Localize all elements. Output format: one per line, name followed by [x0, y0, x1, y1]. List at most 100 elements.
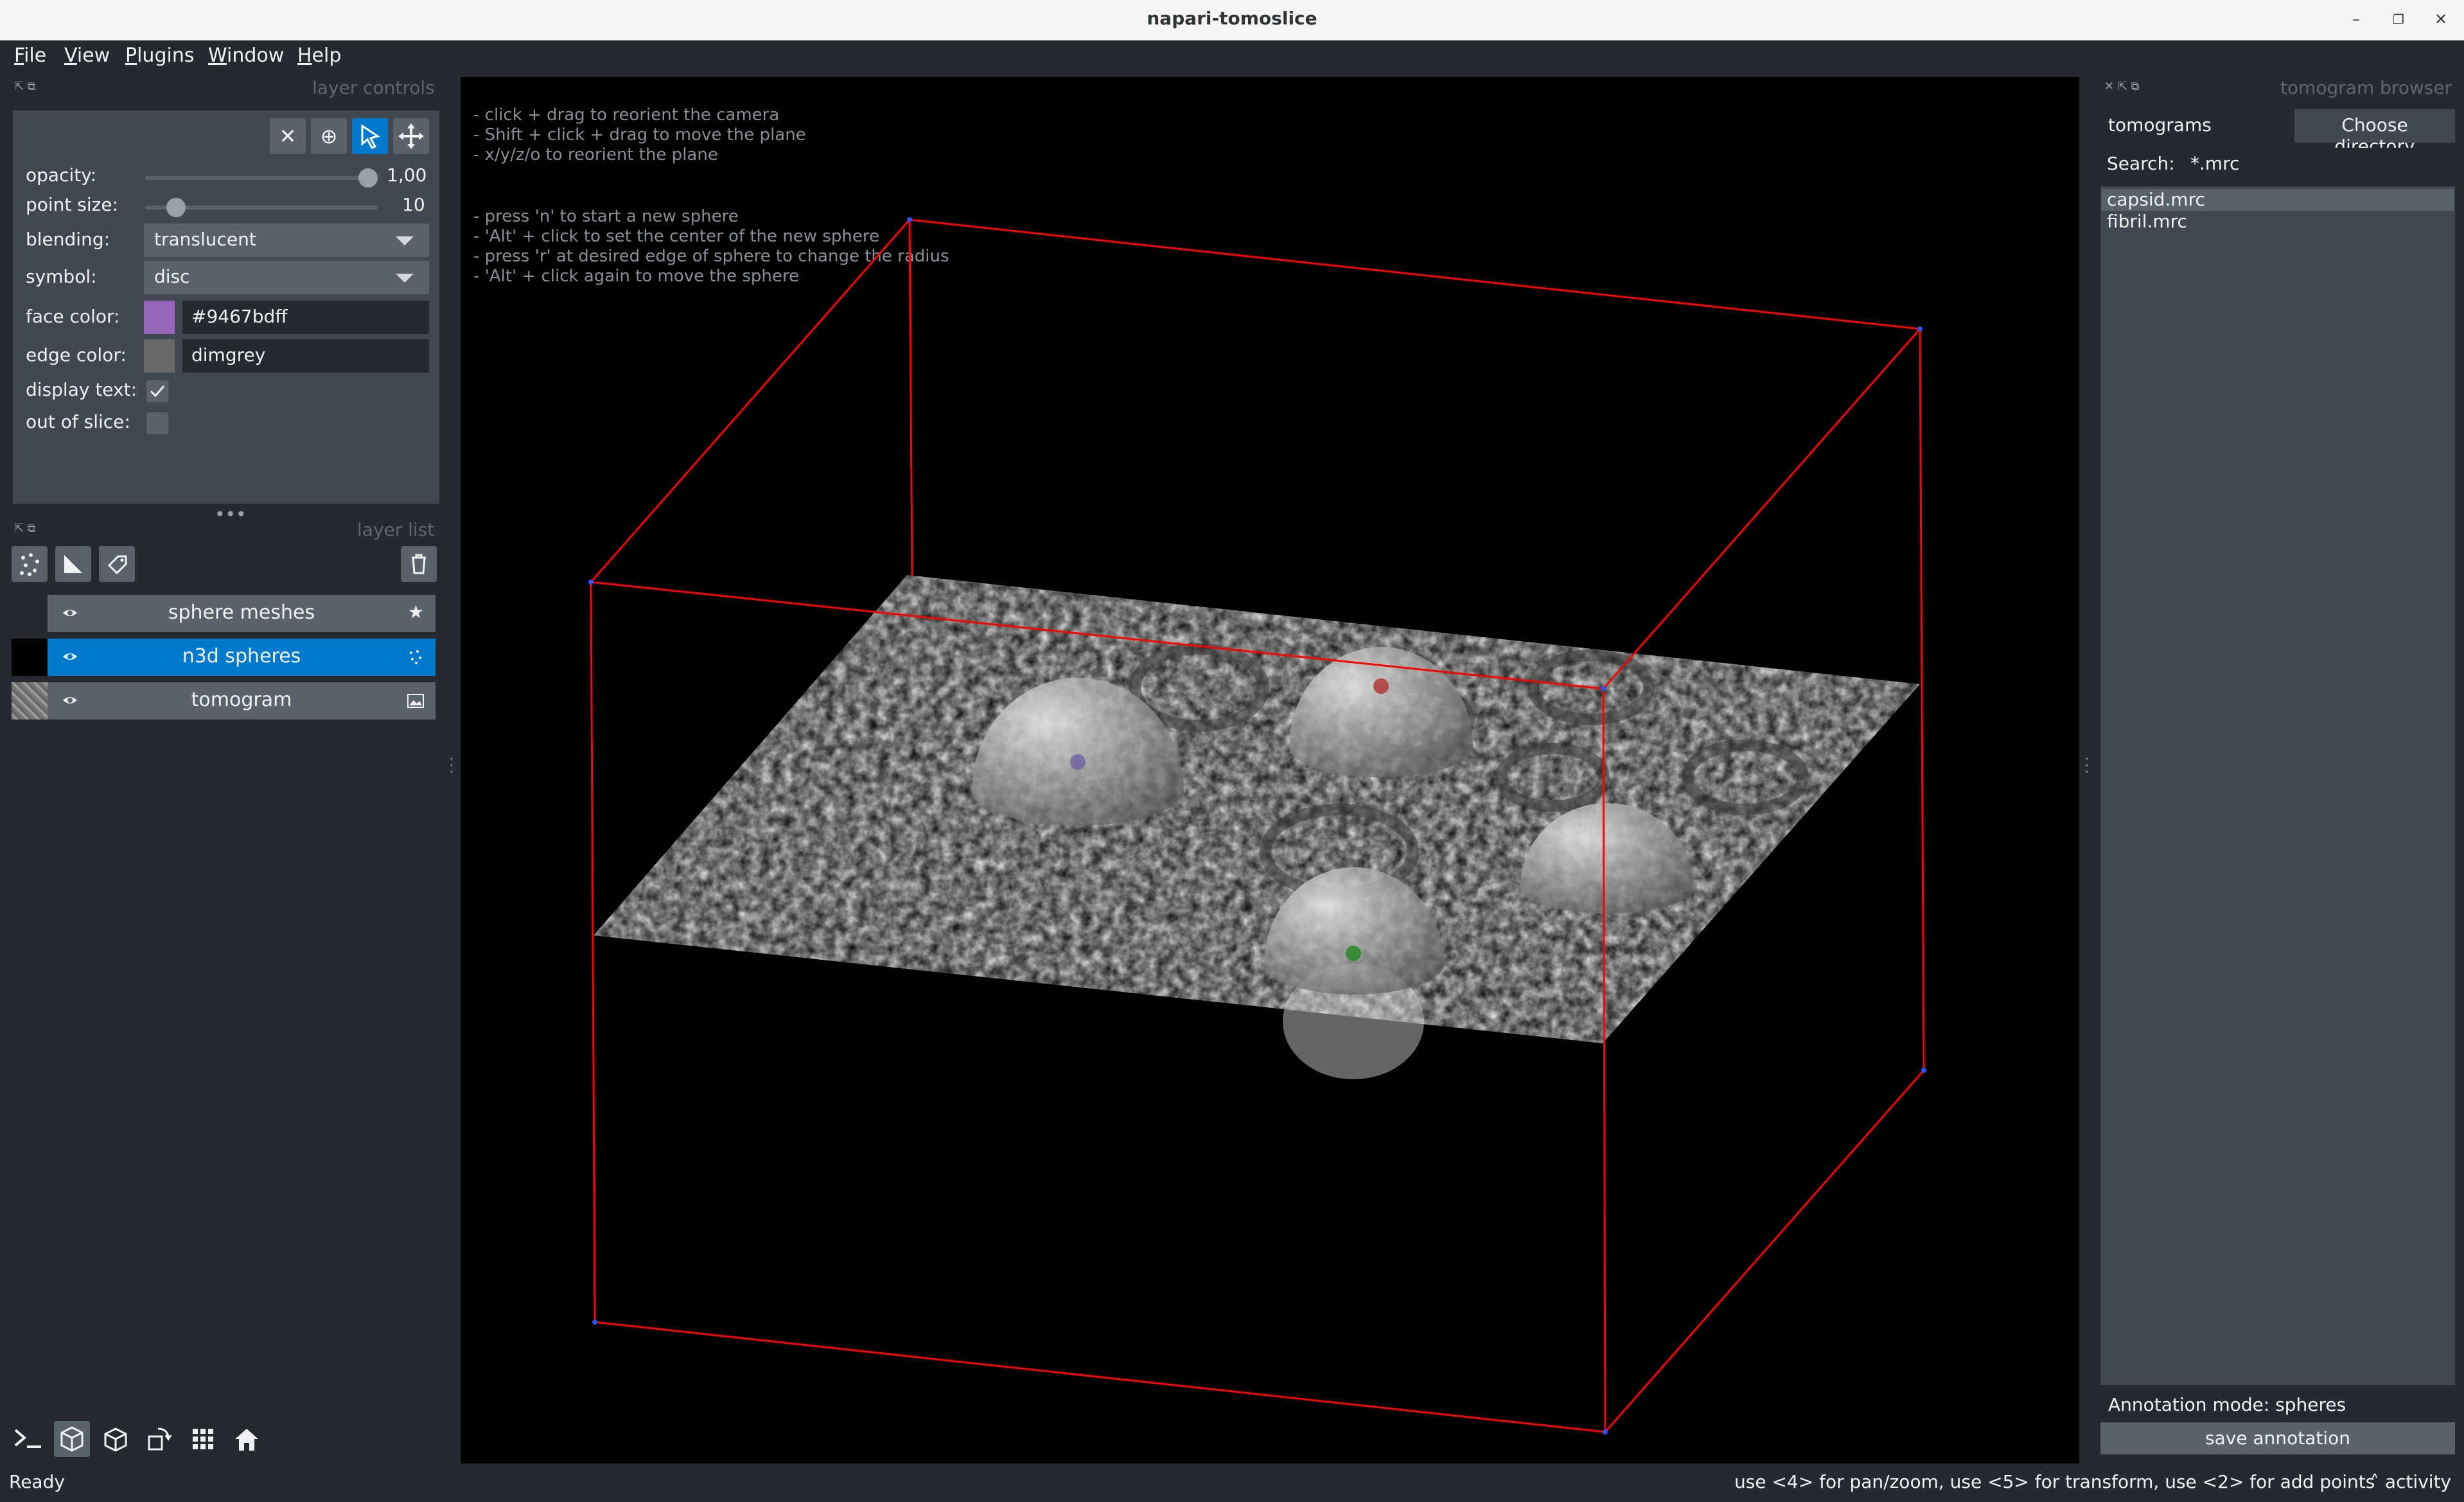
- box-icon: [104, 1427, 127, 1452]
- choose-directory-button[interactable]: Choose directory: [2294, 109, 2455, 157]
- viewer-canvas[interactable]: - click + drag to reorient the camera - …: [461, 77, 2079, 1463]
- opacity-slider-handle[interactable]: [358, 168, 378, 188]
- cube-icon: [60, 1426, 84, 1452]
- menu-view[interactable]: View: [64, 44, 110, 67]
- new-labels-layer-button[interactable]: [99, 546, 135, 582]
- blending-label: blending:: [26, 229, 110, 250]
- splitter-handle[interactable]: •••: [215, 504, 247, 525]
- caret-up-icon: ˄: [2370, 1471, 2379, 1492]
- layer-row-sphere-meshes[interactable]: sphere meshes ★: [48, 595, 436, 632]
- point-size-label: point size:: [26, 194, 119, 215]
- roll-dims-button[interactable]: [98, 1421, 134, 1457]
- add-points-button[interactable]: ⊕: [311, 118, 347, 154]
- select-arrow-icon: [361, 124, 380, 149]
- symbol-select[interactable]: disc: [144, 261, 429, 294]
- menu-file[interactable]: File: [14, 44, 46, 67]
- blending-select[interactable]: translucent: [144, 224, 429, 257]
- save-annotation-button[interactable]: save annotation: [2100, 1422, 2455, 1454]
- point-size-value: 10: [402, 194, 425, 215]
- dock-float-icon[interactable]: ⇱ ⧉: [14, 522, 36, 535]
- edge-color-input[interactable]: dimgrey: [182, 339, 429, 373]
- menu-plugins[interactable]: Plugins: [125, 44, 194, 67]
- edge-color-label: edge color:: [26, 344, 127, 366]
- face-color-swatch[interactable]: [144, 301, 175, 334]
- display-text-label: display text:: [26, 379, 137, 400]
- opacity-slider[interactable]: [145, 176, 378, 180]
- window-title-bar: napari-tomoslice – ❐ ✕: [0, 0, 2464, 40]
- search-label: Search:: [2107, 153, 2175, 174]
- scene-3d: [588, 217, 1926, 1435]
- layer-name: sphere meshes: [168, 601, 315, 624]
- console-button[interactable]: [10, 1422, 46, 1454]
- face-color-input[interactable]: #9467bdff: [182, 301, 429, 334]
- chevron-down-icon: [396, 236, 414, 245]
- points-icon: [20, 553, 39, 576]
- layer-row-tomogram[interactable]: tomogram: [48, 682, 436, 720]
- tag-icon: [107, 555, 127, 575]
- directory-field[interactable]: tomograms: [2100, 109, 2287, 143]
- layer-controls-panel: ✕ ⊕ opacity: 1,00 point size: 10 blendin…: [13, 110, 439, 504]
- symbol-label: symbol:: [26, 266, 97, 287]
- tomogram-browser-title: tomogram browser: [2280, 77, 2452, 98]
- dock-close-icon[interactable]: ✕ ⇱ ⧉: [2104, 80, 2139, 93]
- opacity-value: 1,00: [387, 164, 427, 186]
- minimize-button[interactable]: –: [2342, 6, 2370, 32]
- ndisplay-3d-button[interactable]: [54, 1421, 90, 1457]
- annotation-mode-label: Annotation mode: spheres: [2108, 1394, 2346, 1415]
- select-points-button[interactable]: [352, 118, 388, 154]
- opacity-label: opacity:: [26, 164, 97, 186]
- grid-mode-button[interactable]: [185, 1421, 221, 1457]
- grid-icon: [193, 1429, 213, 1449]
- point-size-slider-handle[interactable]: [166, 198, 186, 217]
- list-item[interactable]: capsid.mrc: [2102, 189, 2454, 211]
- out-of-slice-label: out of slice:: [26, 411, 130, 432]
- checkmark-icon: [150, 385, 165, 398]
- star-icon: ★: [407, 601, 424, 623]
- new-points-layer-button[interactable]: [12, 546, 48, 582]
- maximize-button[interactable]: ❐: [2384, 6, 2413, 32]
- layer-name: tomogram: [191, 689, 292, 711]
- status-bar: Ready use <4> for pan/zoom, use <5> for …: [0, 1463, 2464, 1502]
- new-shapes-layer-button[interactable]: [55, 546, 91, 582]
- layer-name: n3d spheres: [182, 645, 301, 667]
- pan-zoom-button[interactable]: [393, 118, 429, 154]
- transpose-icon: [148, 1427, 172, 1451]
- close-window-button[interactable]: ✕: [2427, 6, 2455, 32]
- status-help-text: use <4> for pan/zoom, use <5> for transf…: [1734, 1471, 2375, 1492]
- layer-controls-title: layer controls: [312, 77, 435, 98]
- transpose-button[interactable]: [141, 1421, 177, 1457]
- console-icon: [14, 1429, 41, 1448]
- move-icon: [398, 123, 424, 149]
- image-icon: [407, 694, 424, 708]
- file-list: capsid.mrc fibril.mrc: [2100, 186, 2455, 1385]
- menu-help[interactable]: Help: [297, 44, 341, 67]
- edge-color-swatch[interactable]: [144, 339, 175, 373]
- tomogram-slice: [594, 575, 1920, 1043]
- home-button[interactable]: [229, 1421, 265, 1457]
- points-icon: [410, 650, 421, 664]
- search-input[interactable]: *.mrc: [2183, 148, 2455, 181]
- symbol-value: disc: [154, 266, 190, 287]
- dock-float-icon[interactable]: ⇱ ⧉: [14, 80, 36, 93]
- dock-splitter-left[interactable]: · · ·: [447, 753, 456, 780]
- layer-thumbnail: [12, 639, 48, 676]
- layer-row-n3d-spheres[interactable]: n3d spheres: [48, 639, 436, 676]
- list-item[interactable]: fibril.mrc: [2102, 211, 2454, 233]
- home-icon: [235, 1429, 258, 1451]
- out-of-slice-checkbox[interactable]: [146, 412, 168, 434]
- layer-thumbnail: [12, 595, 48, 632]
- face-color-label: face color:: [26, 306, 120, 327]
- layer-thumbnail: [12, 682, 48, 720]
- window-title: napari-tomoslice: [1147, 8, 1317, 29]
- activity-button[interactable]: ˄ activity: [2370, 1471, 2451, 1492]
- delete-points-button[interactable]: ✕: [270, 118, 306, 154]
- status-text: Ready: [9, 1471, 65, 1492]
- menu-window[interactable]: Window: [208, 44, 284, 67]
- dock-splitter-right[interactable]: · · ·: [2082, 753, 2091, 780]
- trash-icon: [412, 554, 426, 574]
- shapes-icon: [64, 555, 82, 573]
- blending-value: translucent: [154, 229, 256, 250]
- delete-layer-button[interactable]: [401, 546, 437, 582]
- display-text-checkbox[interactable]: [146, 380, 168, 402]
- chevron-down-icon: [396, 274, 414, 283]
